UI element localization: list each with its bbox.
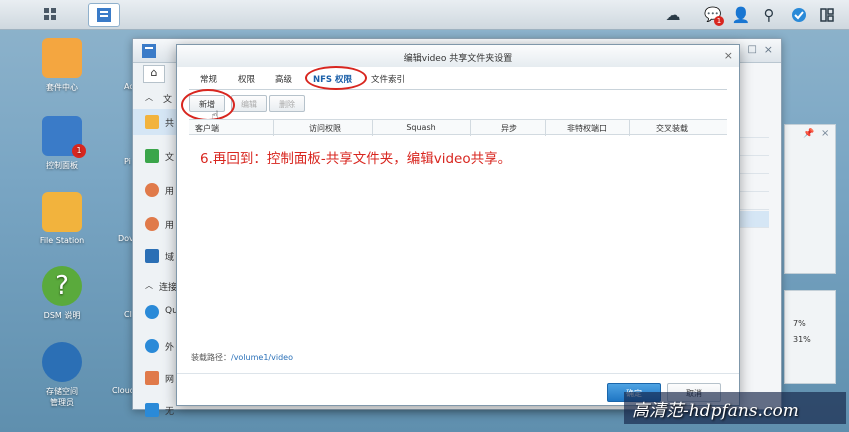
- delete-button[interactable]: 删除: [269, 95, 305, 112]
- tab-permissions[interactable]: 权限: [238, 69, 255, 87]
- desktop-icon-control-panel[interactable]: 1 控制面板: [22, 116, 102, 171]
- desktop-icon-label: 套件中心: [46, 83, 78, 92]
- home-network-icon: [145, 371, 159, 385]
- column-header[interactable]: 非特权端口: [551, 123, 623, 134]
- clipped-desktop-label: Pi: [124, 157, 131, 166]
- column-header[interactable]: Squash: [379, 123, 463, 132]
- sidebar-section-connectivity[interactable]: ︿ 连接: [133, 273, 177, 299]
- badge: 1: [72, 144, 86, 158]
- group-icon: [145, 217, 159, 231]
- sidebar-item-wireless[interactable]: 无: [133, 397, 177, 423]
- user-icon: [145, 183, 159, 197]
- tab-divider: [189, 89, 727, 90]
- widget-panel: 📌 ×: [784, 124, 836, 274]
- domain-icon: [145, 249, 159, 263]
- taskbar: ☁ 💬 1 👤 ⚲: [0, 0, 849, 30]
- close-icon[interactable]: ×: [764, 43, 773, 56]
- shared-folder-icon: [145, 115, 159, 129]
- storage-icon: [42, 342, 82, 382]
- highlight-circle: [181, 89, 235, 121]
- desktop-icon-dsm-help[interactable]: ? DSM 说明: [22, 266, 102, 321]
- wifi-icon: [145, 403, 159, 417]
- mount-path-label: 装载路径：: [191, 353, 231, 362]
- search-icon[interactable]: ⚲: [758, 4, 780, 26]
- footer-divider: [177, 373, 739, 374]
- column-divider: [372, 120, 373, 136]
- desktop-icon-file-station[interactable]: File Station: [22, 192, 102, 245]
- globe-icon: [145, 339, 159, 353]
- tab-advanced[interactable]: 高级: [275, 69, 292, 87]
- column-divider: [470, 120, 471, 136]
- control-panel-taskbar-button[interactable]: [88, 3, 120, 27]
- sidebar-item-domain[interactable]: 域: [133, 243, 177, 269]
- desktop-icon-label: DSM 说明: [43, 311, 81, 320]
- quickconnect-icon: [145, 305, 159, 319]
- sidebar-section-file-sharing[interactable]: 文 ︿: [133, 85, 177, 111]
- dsm-icon[interactable]: [788, 4, 810, 26]
- desktop-icon-label: File Station: [39, 236, 85, 245]
- control-panel-icon: [142, 44, 156, 58]
- mount-path-row: 装载路径：/volume1/video: [191, 352, 293, 363]
- edit-button[interactable]: 编辑: [231, 95, 267, 112]
- ram-usage: 31%: [793, 335, 811, 344]
- sidebar-item-shared-folder[interactable]: 共: [133, 109, 177, 135]
- nfs-rule-table-header: 客户端 访问权限 Squash 异步 非特权端口 交叉装载: [189, 119, 727, 136]
- help-icon: ?: [42, 266, 82, 306]
- main-menu-button[interactable]: [34, 3, 66, 27]
- control-panel-icon: [97, 8, 111, 22]
- notification-icon[interactable]: 💬 1: [702, 4, 724, 26]
- desktop-icon-storage-manager[interactable]: 存储空间 管理员: [22, 342, 102, 408]
- column-header[interactable]: 访问权限: [283, 123, 367, 134]
- column-divider: [629, 120, 630, 136]
- package-center-icon: [42, 38, 82, 78]
- resource-monitor-widget: 7% 31%: [784, 290, 836, 384]
- mount-path-value: /volume1/video: [231, 353, 293, 362]
- column-header[interactable]: 异步: [479, 123, 539, 134]
- grid-icon: [44, 8, 56, 20]
- sidebar-item-quickconnect[interactable]: Qu: [133, 299, 177, 325]
- widgets-icon[interactable]: [816, 4, 838, 26]
- control-panel-icon: 1: [42, 116, 86, 158]
- desktop-icon-package-center[interactable]: 套件中心: [22, 38, 102, 93]
- column-header[interactable]: 客户端: [195, 123, 235, 134]
- tab-file-indexing[interactable]: 文件索引: [371, 69, 405, 87]
- cpu-usage: 7%: [793, 319, 806, 328]
- pin-icon[interactable]: 📌: [803, 129, 814, 139]
- dialog-title: 编辑video 共享文件夹设置: [177, 45, 739, 67]
- folder-icon: [42, 192, 82, 232]
- watermark-logo: 高清范-hdpfans.com: [624, 392, 846, 424]
- sidebar-item-file-services[interactable]: 文: [133, 143, 177, 169]
- sidebar-item-external-access[interactable]: 外: [133, 333, 177, 359]
- edit-shared-folder-dialog: 编辑video 共享文件夹设置 × 常规 权限 高级 NFS 权限 文件索引 新…: [176, 44, 740, 406]
- chevron-up-icon: ︿: [145, 281, 153, 290]
- watermark-text: 高清范-hdpfans.com: [632, 401, 799, 421]
- tab-general[interactable]: 常规: [200, 69, 217, 87]
- column-header[interactable]: 交叉装载: [635, 123, 709, 134]
- notification-badge: 1: [714, 16, 724, 26]
- column-divider: [545, 120, 546, 136]
- sidebar-item-group[interactable]: 用: [133, 211, 177, 237]
- cloud-icon[interactable]: ☁: [662, 4, 684, 26]
- column-divider: [273, 120, 274, 136]
- sidebar-item-network[interactable]: 网: [133, 365, 177, 391]
- clipped-desktop-label: Cl: [124, 310, 132, 319]
- chevron-up-icon: ︿: [145, 93, 153, 102]
- maximize-icon[interactable]: □: [748, 44, 757, 55]
- user-icon[interactable]: 👤: [730, 4, 752, 26]
- file-services-icon: [145, 149, 159, 163]
- highlight-circle: [305, 66, 367, 90]
- sidebar-item-user[interactable]: 用: [133, 177, 177, 203]
- home-button[interactable]: ⌂: [143, 65, 165, 83]
- control-panel-sidebar: ⌂ 文 ︿ 共 文 用 用 域 ︿ 连接 Qu 外 网 无: [133, 63, 177, 417]
- desktop-icon-label: 控制面板: [46, 161, 78, 170]
- tutorial-annotation: 6.再回到：控制面板-共享文件夹，编辑video共享。: [200, 151, 512, 167]
- desktop-icon-label: 存储空间 管理员: [46, 387, 78, 407]
- close-icon[interactable]: ×: [821, 128, 829, 139]
- close-icon[interactable]: ×: [724, 49, 733, 62]
